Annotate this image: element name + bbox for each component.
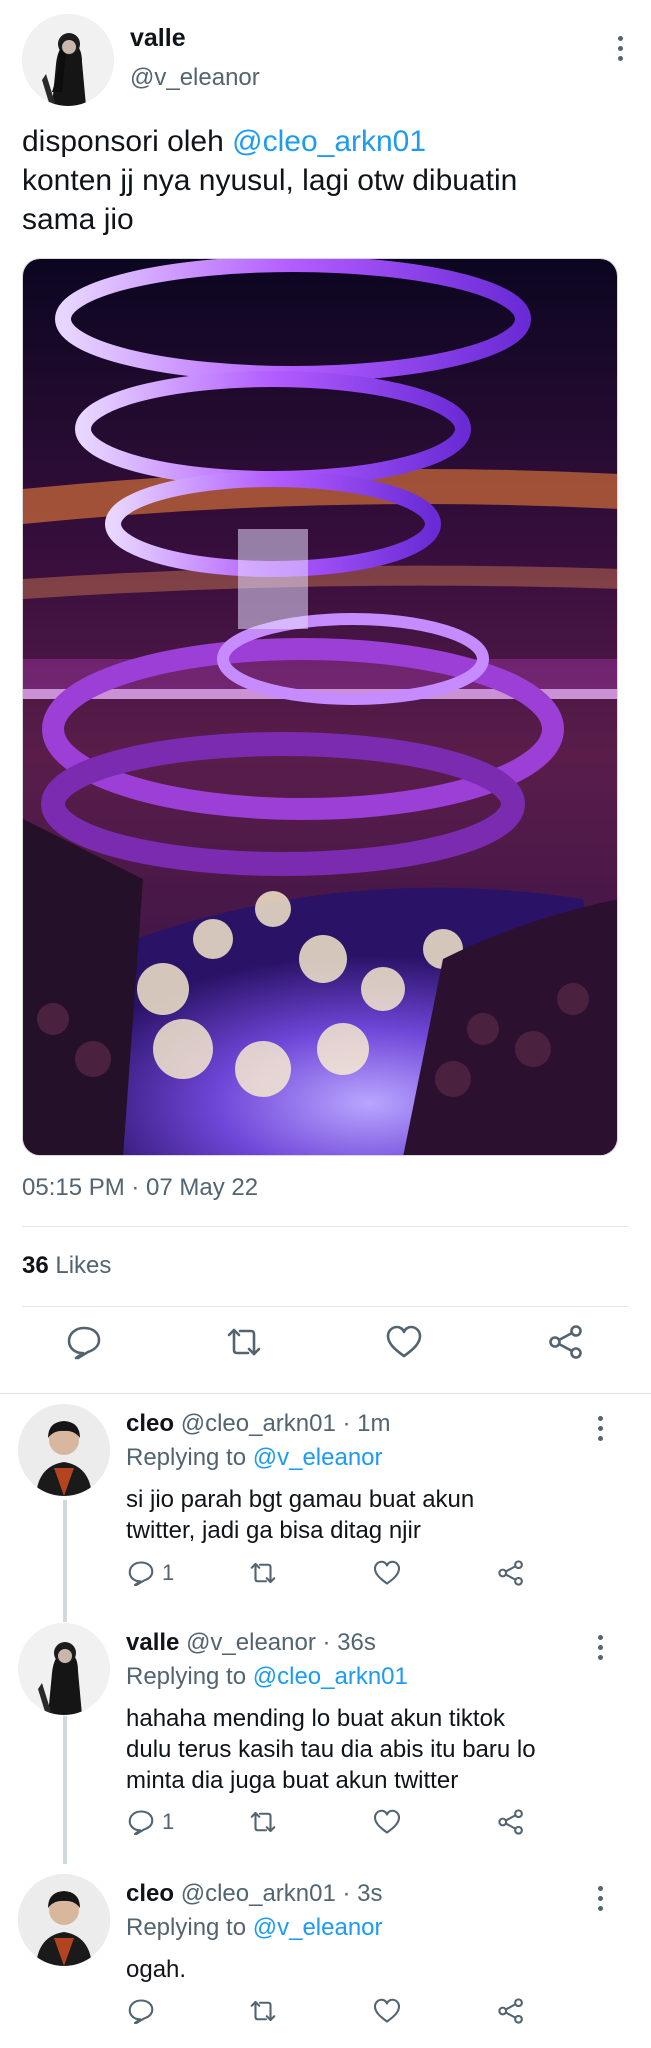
avatar-photo	[22, 14, 114, 106]
divider	[22, 1226, 628, 1227]
reply-header: cleo @cleo_arkn01 · 3s	[126, 1880, 383, 1908]
reply-text: hahaha mending lo buat akun tiktok dulu …	[126, 1703, 626, 1796]
tweet-header: valle @v_eleanor	[22, 14, 632, 110]
share-button[interactable]	[496, 1807, 526, 1837]
replying-to-label: Replying to	[126, 1914, 253, 1941]
reply-avatar[interactable]	[18, 1874, 110, 1966]
reply-time: · 36s	[315, 1629, 376, 1656]
reply-button[interactable]	[126, 1996, 162, 2026]
reply-button[interactable]: 1	[126, 1558, 174, 1588]
heart-icon	[373, 1560, 401, 1585]
tweet-text-line: sama jio	[22, 203, 134, 236]
reply-time: · 1m	[335, 1410, 391, 1437]
reply-author-name[interactable]: valle	[126, 1629, 179, 1656]
share-icon	[498, 1809, 523, 1835]
more-options-icon[interactable]	[590, 1882, 610, 1918]
reply-item[interactable]: valle @v_eleanor · 36s Replying to @cleo…	[0, 1623, 651, 1855]
reply-count: 1	[162, 1809, 175, 1834]
replying-to: Replying to @v_eleanor	[126, 1444, 383, 1472]
retweet-icon	[227, 1328, 261, 1356]
like-button[interactable]	[384, 1322, 424, 1362]
replying-to-label: Replying to	[126, 1444, 253, 1471]
divider	[22, 1306, 628, 1307]
reply-text: si jio parah bgt gamau buat akun twitter…	[126, 1484, 626, 1546]
more-options-icon[interactable]	[590, 1412, 610, 1448]
retweet-button[interactable]	[224, 1322, 264, 1362]
reply-author-handle[interactable]: @v_eleanor	[186, 1629, 316, 1656]
reply-button[interactable]	[64, 1322, 104, 1362]
club-photo	[23, 259, 617, 1155]
reply-text-line: twitter, jadi ga bisa ditag njir	[126, 1517, 421, 1544]
retweet-icon	[250, 1811, 276, 1833]
retweet-button[interactable]	[248, 1558, 278, 1588]
likes-label: Likes	[55, 1252, 112, 1279]
share-icon	[498, 1560, 523, 1586]
comment-icon	[67, 1326, 101, 1360]
reply-item[interactable]: cleo @cleo_arkn01 · 1m Replying to @v_el…	[0, 1404, 651, 1608]
comment-icon	[128, 1999, 154, 2025]
tweet-text-line: konten jj nya nyusul, lagi otw dibuatin	[22, 164, 518, 197]
reply-avatar[interactable]	[18, 1623, 110, 1715]
tweet-timestamp: 05:15 PM · 07 May 22	[22, 1174, 259, 1201]
share-button[interactable]	[546, 1322, 586, 1362]
more-options-icon[interactable]	[590, 1631, 610, 1667]
heart-icon	[373, 1998, 401, 2023]
reply-text-line: hahaha mending lo buat akun tiktok	[126, 1705, 505, 1732]
like-button[interactable]	[372, 1996, 402, 2026]
replying-to-mention[interactable]: @v_eleanor	[253, 1444, 383, 1471]
share-button[interactable]	[496, 1996, 526, 2026]
reply-text-line: dulu terus kasih tau dia abis itu baru l…	[126, 1736, 536, 1763]
likes-count[interactable]: 36 Likes	[22, 1252, 111, 1280]
avatar-photo	[18, 1404, 110, 1496]
replying-to: Replying to @v_eleanor	[126, 1914, 383, 1942]
tweet-image[interactable]	[22, 258, 618, 1156]
more-options-icon[interactable]	[610, 32, 630, 68]
reply-time: · 3s	[335, 1880, 383, 1907]
reply-author-name[interactable]: cleo	[126, 1880, 174, 1907]
retweet-icon	[250, 1562, 276, 1584]
replying-to-mention[interactable]: @cleo_arkn01	[253, 1663, 408, 1690]
tweet-text: disponsori oleh @cleo_arkn01 konten jj n…	[22, 122, 632, 239]
like-button[interactable]	[372, 1558, 402, 1588]
reply-author-handle[interactable]: @cleo_arkn01	[181, 1880, 336, 1907]
heart-icon	[373, 1809, 401, 1834]
reply-text-line: minta dia juga buat akun twitter	[126, 1767, 459, 1794]
avatar-photo	[18, 1874, 110, 1966]
mention-link[interactable]: @cleo_arkn01	[232, 125, 426, 158]
reply-count: 1	[162, 1560, 175, 1585]
reply-author-name[interactable]: cleo	[126, 1410, 174, 1437]
comment-icon	[128, 1810, 154, 1836]
like-button[interactable]	[372, 1807, 402, 1837]
retweet-button[interactable]	[248, 1807, 278, 1837]
likes-number: 36	[22, 1252, 49, 1279]
separator	[0, 1393, 651, 1394]
share-icon	[498, 1998, 523, 2024]
reply-text-line: ogah.	[126, 1956, 187, 1983]
replying-to-mention[interactable]: @v_eleanor	[253, 1914, 383, 1941]
reply-header: valle @v_eleanor · 36s	[126, 1629, 376, 1657]
heart-icon	[386, 1325, 422, 1358]
tweet-text-prefix: disponsori oleh	[22, 125, 233, 158]
reply-text-line: si jio parah bgt gamau buat akun	[126, 1486, 475, 1513]
reply-text: ogah.	[126, 1954, 626, 1985]
reply-avatar[interactable]	[18, 1404, 110, 1496]
comment-icon	[128, 1561, 154, 1587]
reply-item[interactable]: cleo @cleo_arkn01 · 3s Replying to @v_el…	[0, 1874, 651, 2048]
avatar-photo	[18, 1623, 110, 1715]
reply-header: cleo @cleo_arkn01 · 1m	[126, 1410, 391, 1438]
author-avatar[interactable]	[22, 14, 114, 106]
replying-to-label: Replying to	[126, 1663, 253, 1690]
reply-button[interactable]: 1	[126, 1807, 174, 1837]
retweet-button[interactable]	[248, 1996, 278, 2026]
author-handle[interactable]: @v_eleanor	[130, 64, 260, 92]
retweet-icon	[250, 2000, 276, 2022]
reply-author-handle[interactable]: @cleo_arkn01	[181, 1410, 336, 1437]
replying-to: Replying to @cleo_arkn01	[126, 1663, 408, 1691]
share-button[interactable]	[496, 1558, 526, 1588]
share-icon	[549, 1325, 582, 1359]
author-name[interactable]: valle	[130, 24, 186, 53]
